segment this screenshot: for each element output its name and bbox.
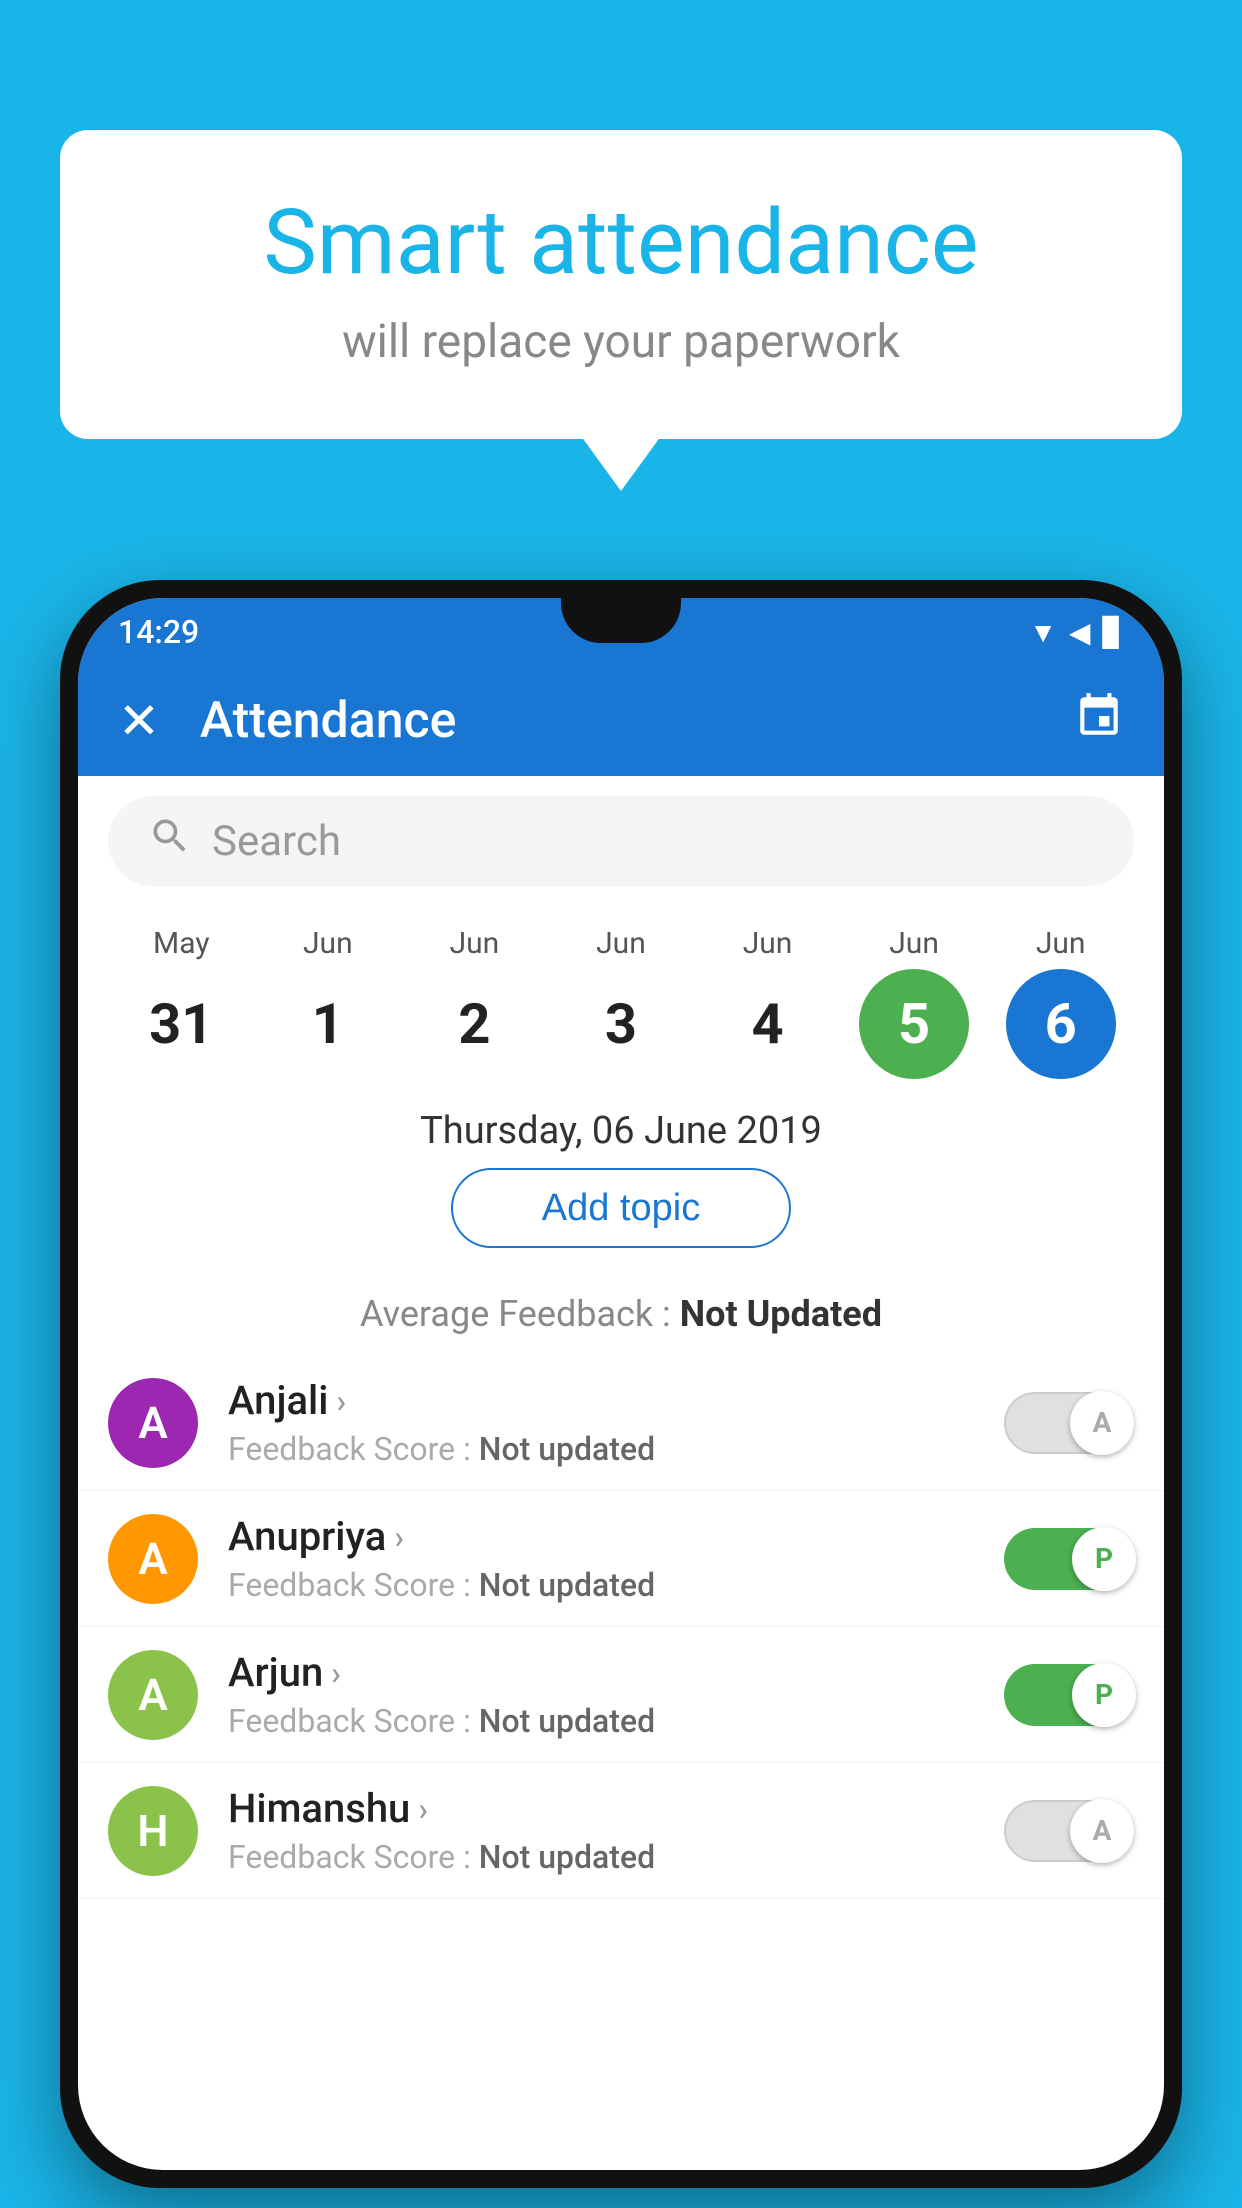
attendance-toggle[interactable]: P bbox=[1004, 1664, 1134, 1726]
toggle-thumb: A bbox=[1070, 1391, 1134, 1455]
phone-frame: 14:29 ▼ ◀ ▊ ✕ Attendance bbox=[60, 580, 1182, 2188]
feedback-score: Feedback Score : Not updated bbox=[228, 1702, 974, 1740]
search-icon bbox=[148, 814, 192, 869]
app-title: Attendance bbox=[200, 692, 1034, 750]
student-item: A Anupriya › Feedback Score : Not updated P bbox=[78, 1491, 1164, 1627]
search-bar[interactable]: Search bbox=[108, 796, 1134, 886]
student-item: A Arjun › Feedback Score : Not updated P bbox=[78, 1627, 1164, 1763]
cal-date-number: 31 bbox=[126, 969, 236, 1079]
avg-feedback-label: Average Feedback : bbox=[360, 1293, 671, 1335]
cal-month-label: Jun bbox=[450, 926, 500, 961]
feedback-score: Feedback Score : Not updated bbox=[228, 1430, 974, 1468]
speech-bubble: Smart attendance will replace your paper… bbox=[60, 130, 1182, 439]
calendar-day[interactable]: Jun 3 bbox=[556, 926, 686, 1079]
calendar-day[interactable]: Jun 5 bbox=[849, 926, 979, 1079]
app-bar: ✕ Attendance bbox=[78, 666, 1164, 776]
cal-date-number: 5 bbox=[859, 969, 969, 1079]
cal-month-label: May bbox=[153, 926, 209, 961]
calendar-day[interactable]: Jun 6 bbox=[996, 926, 1126, 1079]
cal-month-label: Jun bbox=[889, 926, 939, 961]
student-info: Anupriya › Feedback Score : Not updated bbox=[228, 1513, 974, 1604]
status-time: 14:29 bbox=[118, 613, 199, 651]
chevron-icon: › bbox=[394, 1518, 404, 1556]
bubble-title: Smart attendance bbox=[140, 190, 1102, 295]
cal-month-label: Jun bbox=[1036, 926, 1086, 961]
status-icons: ▼ ◀ ▊ bbox=[1029, 616, 1124, 649]
calendar-strip: May 31 Jun 1 Jun 2 Jun 3 Jun 4 Jun 5 Jun 6 bbox=[78, 906, 1164, 1089]
student-info: Himanshu › Feedback Score : Not updated bbox=[228, 1785, 974, 1876]
calendar-day[interactable]: Jun 4 bbox=[703, 926, 833, 1079]
student-info: Anjali › Feedback Score : Not updated bbox=[228, 1377, 974, 1468]
chevron-icon: › bbox=[418, 1790, 428, 1828]
battery-icon: ▊ bbox=[1102, 616, 1124, 649]
student-avatar: H bbox=[108, 1786, 198, 1876]
attendance-toggle[interactable]: A bbox=[1004, 1392, 1134, 1454]
attendance-toggle[interactable]: P bbox=[1004, 1528, 1134, 1590]
student-avatar: A bbox=[108, 1514, 198, 1604]
student-name[interactable]: Arjun › bbox=[228, 1649, 974, 1696]
phone-screen: 14:29 ▼ ◀ ▊ ✕ Attendance bbox=[78, 598, 1164, 2170]
feedback-score: Feedback Score : Not updated bbox=[228, 1838, 974, 1876]
cal-month-label: Jun bbox=[743, 926, 793, 961]
status-bar: 14:29 ▼ ◀ ▊ bbox=[78, 598, 1164, 666]
attendance-toggle[interactable]: A bbox=[1004, 1800, 1134, 1862]
student-name[interactable]: Himanshu › bbox=[228, 1785, 974, 1832]
selected-date: Thursday, 06 June 2019 bbox=[78, 1109, 1164, 1153]
toggle-thumb: A bbox=[1070, 1799, 1134, 1863]
student-name[interactable]: Anupriya › bbox=[228, 1513, 974, 1560]
chevron-icon: › bbox=[331, 1654, 341, 1692]
student-item: H Himanshu › Feedback Score : Not updated A bbox=[78, 1763, 1164, 1899]
calendar-day[interactable]: Jun 2 bbox=[409, 926, 539, 1079]
add-topic-button[interactable]: Add topic bbox=[451, 1168, 791, 1248]
feedback-score: Feedback Score : Not updated bbox=[228, 1566, 974, 1604]
chevron-icon: › bbox=[336, 1382, 346, 1420]
student-name[interactable]: Anjali › bbox=[228, 1377, 974, 1424]
wifi-icon: ▼ bbox=[1029, 616, 1057, 649]
search-input[interactable]: Search bbox=[212, 817, 1094, 866]
student-avatar: A bbox=[108, 1650, 198, 1740]
cal-date-number: 6 bbox=[1006, 969, 1116, 1079]
avg-feedback-value: Not Updated bbox=[680, 1293, 882, 1335]
student-list: AAnjali ›Feedback Score : Not updatedAAA… bbox=[78, 1355, 1164, 1899]
bubble-subtitle: will replace your paperwork bbox=[140, 315, 1102, 369]
cal-date-number: 2 bbox=[419, 969, 529, 1079]
avg-feedback: Average Feedback : Not Updated bbox=[78, 1293, 1164, 1335]
screen-content: Search May 31 Jun 1 Jun 2 Jun 3 Jun 4 Jun 5 Jun 6 Thu… bbox=[78, 776, 1164, 1899]
student-info: Arjun › Feedback Score : Not updated bbox=[228, 1649, 974, 1740]
cal-date-number: 3 bbox=[566, 969, 676, 1079]
cal-month-label: Jun bbox=[596, 926, 646, 961]
cal-date-number: 1 bbox=[273, 969, 383, 1079]
student-item: A Anjali › Feedback Score : Not updated A bbox=[78, 1355, 1164, 1491]
notch bbox=[561, 598, 681, 643]
signal-icon: ◀ bbox=[1069, 616, 1091, 649]
calendar-day[interactable]: May 31 bbox=[116, 926, 246, 1079]
close-button[interactable]: ✕ bbox=[118, 692, 160, 751]
cal-month-label: Jun bbox=[303, 926, 353, 961]
toggle-thumb: P bbox=[1072, 1527, 1136, 1591]
cal-date-number: 4 bbox=[713, 969, 823, 1079]
toggle-thumb: P bbox=[1072, 1663, 1136, 1727]
calendar-day[interactable]: Jun 1 bbox=[263, 926, 393, 1079]
speech-bubble-wrapper: Smart attendance will replace your paper… bbox=[60, 130, 1182, 439]
student-avatar: A bbox=[108, 1378, 198, 1468]
calendar-button[interactable] bbox=[1074, 691, 1124, 752]
